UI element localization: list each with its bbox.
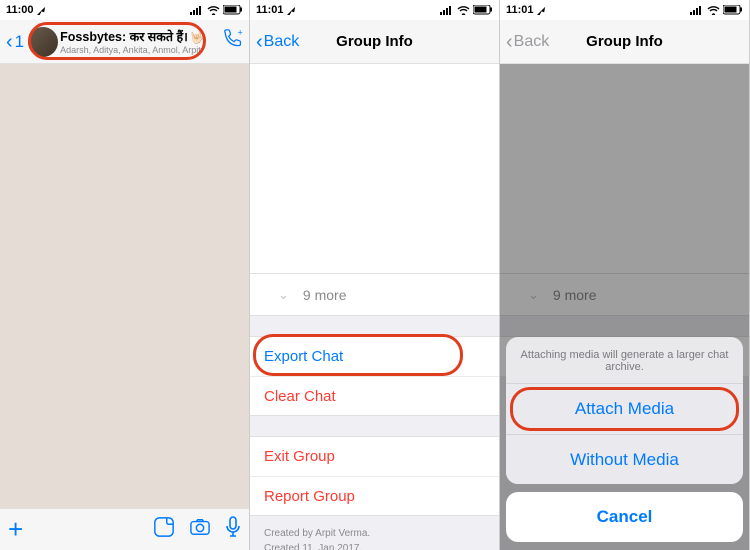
action-sheet-note: Attaching media will generate a larger c…	[506, 337, 743, 384]
members-list-area[interactable]	[250, 64, 499, 274]
wifi-icon	[207, 6, 220, 15]
without-media-button[interactable]: Without Media	[506, 434, 743, 484]
chat-title-block[interactable]: Fossbytes: कर सकते हैं।🤟🏻 Adarsh, Aditya…	[60, 28, 217, 55]
group-title: Fossbytes: कर सकते हैं।🤟🏻	[60, 28, 217, 45]
status-bar: 11:00	[0, 0, 249, 20]
chat-body[interactable]	[0, 64, 249, 508]
cancel-button[interactable]: Cancel	[506, 492, 743, 542]
status-bar: 11:01	[250, 0, 499, 20]
attach-media-button[interactable]: Attach Media	[506, 384, 743, 434]
mic-button[interactable]	[225, 516, 241, 543]
more-members-row[interactable]: ⌄ 9 more	[250, 274, 499, 316]
exit-group-row[interactable]: Exit Group	[250, 436, 499, 476]
group-members-subtitle: Adarsh, Aditya, Ankita, Anmol, Arpit	[60, 45, 217, 55]
back-unread-count: 1	[15, 32, 24, 52]
page-title: Group Info	[586, 33, 663, 50]
location-icon	[37, 6, 46, 15]
back-button[interactable]: ‹ 1	[6, 32, 24, 52]
group-info-nav: ‹ Back Group Info	[250, 20, 499, 64]
location-icon	[537, 6, 546, 15]
action-sheet: Attaching media will generate a larger c…	[506, 337, 743, 542]
status-bar: 11:01	[500, 0, 749, 20]
group-info-body[interactable]: ⌄ 9 more Export Chat Clear Chat Exit Gro…	[250, 64, 499, 550]
group-avatar[interactable]	[28, 27, 58, 57]
page-title: Group Info	[336, 33, 413, 50]
sticker-button[interactable]	[153, 516, 175, 543]
chevron-left-icon: ‹	[6, 32, 13, 52]
action-sheet-options: Attaching media will generate a larger c…	[506, 337, 743, 484]
chevron-left-icon: ‹	[256, 32, 263, 52]
chevron-down-icon: ⌄	[278, 287, 289, 303]
back-button: ‹ Back	[506, 32, 549, 52]
attach-button[interactable]: +	[8, 514, 23, 545]
wifi-icon	[457, 6, 470, 15]
wifi-icon	[707, 6, 720, 15]
chevron-left-icon: ‹	[506, 32, 513, 52]
chat-nav-bar: ‹ 1 Fossbytes: कर सकते हैं।🤟🏻 Adarsh, Ad…	[0, 20, 249, 64]
status-time: 11:01	[256, 4, 284, 16]
screen-export-sheet: 11:01 ‹ Back Group Info ⌄ 9 more Export …	[500, 0, 750, 550]
camera-button[interactable]	[189, 517, 211, 542]
signal-icon	[690, 6, 704, 15]
report-group-row[interactable]: Report Group	[250, 476, 499, 516]
status-time: 11:01	[506, 4, 534, 16]
hand-emoji-icon: 🤟🏻	[190, 30, 206, 44]
signal-icon	[190, 6, 204, 15]
status-time: 11:00	[6, 4, 34, 16]
battery-icon	[223, 5, 243, 15]
battery-icon	[473, 5, 493, 15]
signal-icon	[440, 6, 454, 15]
call-button[interactable]: +	[221, 29, 243, 54]
screen-chat: 11:00 ‹ 1 Fossbytes: कर सकते हैं।🤟🏻 Adar…	[0, 0, 250, 550]
export-chat-row[interactable]: Export Chat	[250, 336, 499, 376]
back-button[interactable]: ‹ Back	[256, 32, 299, 52]
chat-input-bar: +	[0, 508, 249, 550]
group-info-body: ⌄ 9 more Export Chat Attaching media wil…	[500, 64, 749, 550]
clear-chat-row[interactable]: Clear Chat	[250, 376, 499, 416]
created-info: Created by Arpit Verma. Created 11. Jan …	[250, 516, 499, 550]
group-info-nav: ‹ Back Group Info	[500, 20, 749, 64]
svg-text:+: +	[237, 29, 242, 37]
battery-icon	[723, 5, 743, 15]
location-icon	[287, 6, 296, 15]
screen-group-info: 11:01 ‹ Back Group Info ⌄ 9 more Export …	[250, 0, 500, 550]
action-sheet-cancel-group: Cancel	[506, 492, 743, 542]
